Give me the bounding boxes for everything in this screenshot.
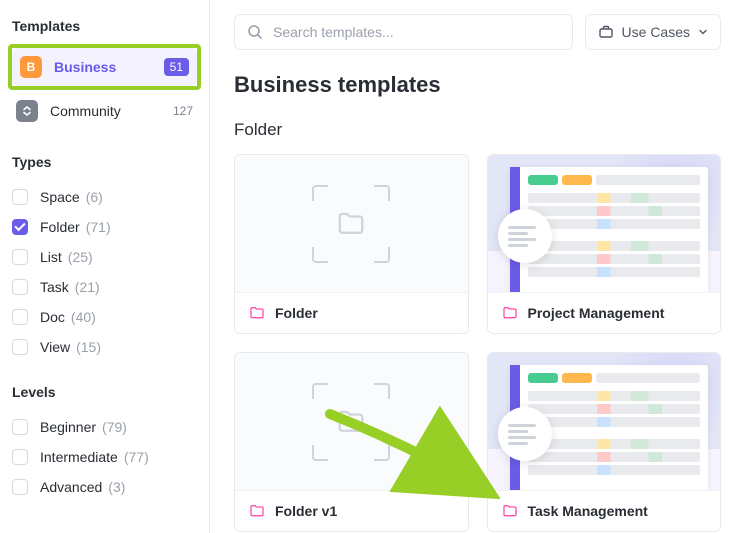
- filter-type-view[interactable]: View(15): [8, 332, 201, 362]
- category-count-badge: 51: [164, 58, 189, 76]
- folder-icon: [502, 503, 518, 519]
- checkbox-icon: [12, 419, 28, 435]
- template-card-task-management[interactable]: Task Management: [487, 352, 722, 532]
- card-preview: [488, 155, 721, 292]
- filter-type-task[interactable]: Task(21): [8, 272, 201, 302]
- search-input[interactable]: [273, 24, 560, 40]
- checkbox-icon: [12, 449, 28, 465]
- chevron-down-icon: [698, 27, 708, 37]
- search-box[interactable]: [234, 14, 573, 50]
- category-label: Community: [50, 103, 171, 119]
- business-highlight: B Business 51: [8, 44, 201, 90]
- filter-type-list[interactable]: List(25): [8, 242, 201, 272]
- filter-type-folder[interactable]: Folder(71): [8, 212, 201, 242]
- card-preview: [488, 353, 721, 490]
- section-title: Folder: [234, 120, 721, 140]
- topbar: Use Cases: [234, 14, 721, 50]
- filter-type-space[interactable]: Space(6): [8, 182, 201, 212]
- checkbox-icon: [12, 219, 28, 235]
- card-footer: Project Management: [488, 292, 721, 333]
- filter-level-advanced[interactable]: Advanced(3): [8, 472, 201, 502]
- template-grid: Folder Pr: [234, 154, 721, 532]
- category-community[interactable]: Community 127: [8, 92, 201, 130]
- checkbox-icon: [12, 309, 28, 325]
- folder-icon: [502, 305, 518, 321]
- levels-filter-list: Beginner(79) Intermediate(77) Advanced(3…: [8, 410, 201, 502]
- sidebar-section-levels: Levels: [8, 380, 201, 410]
- types-filter-list: Space(6) Folder(71) List(25) Task(21) Do…: [8, 180, 201, 362]
- community-icon: [16, 100, 38, 122]
- use-cases-label: Use Cases: [622, 24, 690, 40]
- category-label: Business: [54, 59, 164, 75]
- checkbox-icon: [12, 479, 28, 495]
- checkbox-icon: [12, 249, 28, 265]
- card-title: Project Management: [528, 305, 665, 321]
- card-footer: Folder v1: [235, 490, 468, 531]
- search-icon: [247, 24, 263, 40]
- card-preview: [235, 353, 468, 490]
- sidebar-section-templates: Templates: [8, 14, 201, 44]
- placeholder-icon: [312, 383, 390, 461]
- category-business[interactable]: B Business 51: [12, 48, 197, 86]
- checkbox-icon: [12, 189, 28, 205]
- use-cases-dropdown[interactable]: Use Cases: [585, 14, 721, 50]
- template-card-project-management[interactable]: Project Management: [487, 154, 722, 334]
- filter-level-beginner[interactable]: Beginner(79): [8, 412, 201, 442]
- briefcase-icon: [598, 24, 614, 40]
- sidebar-section-types: Types: [8, 150, 201, 180]
- checkbox-icon: [12, 339, 28, 355]
- card-title: Task Management: [528, 503, 648, 519]
- placeholder-icon: [312, 185, 390, 263]
- template-card-folder[interactable]: Folder: [234, 154, 469, 334]
- checkbox-icon: [12, 279, 28, 295]
- card-preview: [235, 155, 468, 292]
- folder-icon: [249, 503, 265, 519]
- category-count: 127: [171, 104, 193, 118]
- main-content: Use Cases Business templates Folder Fold…: [210, 0, 745, 533]
- template-card-folder-v1[interactable]: Folder v1: [234, 352, 469, 532]
- card-footer: Task Management: [488, 490, 721, 531]
- card-title: Folder: [275, 305, 318, 321]
- business-icon: B: [20, 56, 42, 78]
- card-title: Folder v1: [275, 503, 337, 519]
- filter-type-doc[interactable]: Doc(40): [8, 302, 201, 332]
- sidebar: Templates B Business 51 Community 127 Ty…: [0, 0, 210, 533]
- folder-icon: [249, 305, 265, 321]
- filter-level-intermediate[interactable]: Intermediate(77): [8, 442, 201, 472]
- page-title: Business templates: [234, 72, 721, 98]
- card-footer: Folder: [235, 292, 468, 333]
